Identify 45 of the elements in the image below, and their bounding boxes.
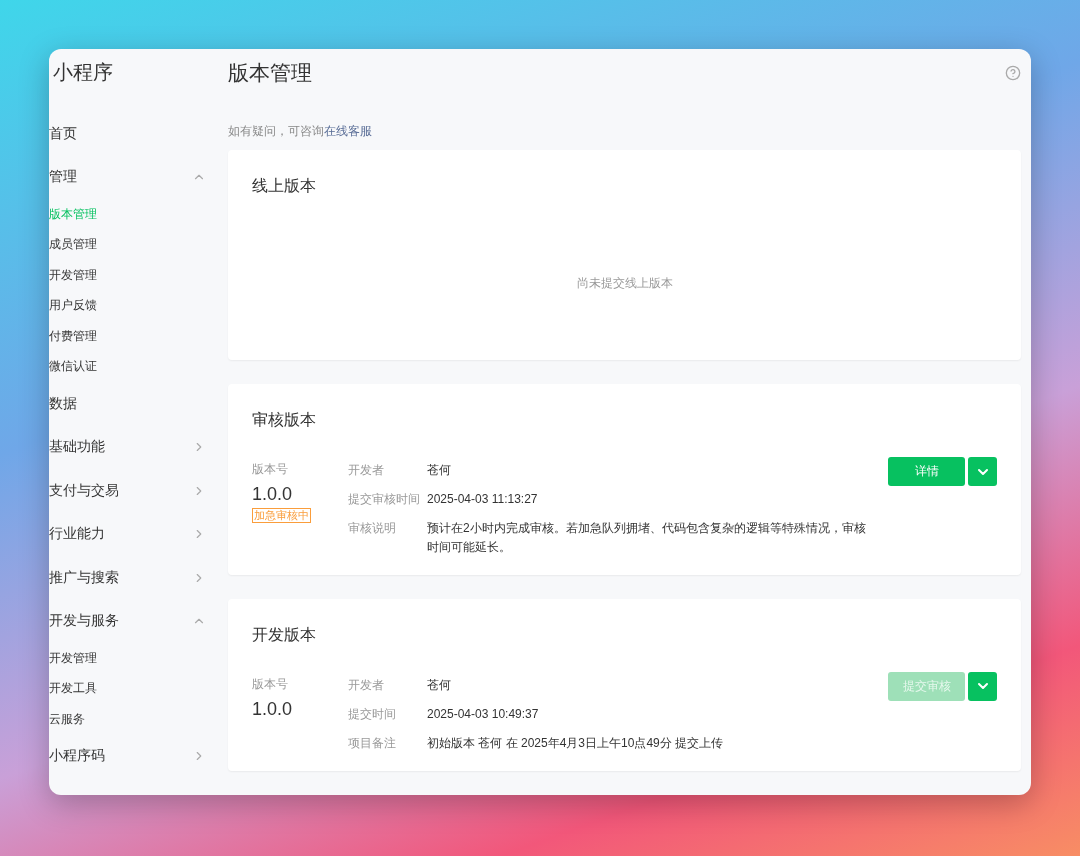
- app-title: 小程序: [52, 60, 114, 85]
- page-title: 版本管理: [228, 59, 312, 86]
- status-tag: 加急审核中: [252, 508, 311, 524]
- card-title: 线上版本: [252, 175, 317, 196]
- field-value: 苍何: [427, 462, 452, 480]
- sidebar-item[interactable]: 支付与交易: [49, 481, 119, 500]
- more-button[interactable]: [968, 457, 997, 487]
- field-value: 预计在2小时内完成审核。若加急队列拥堵、代码包含复杂的逻辑等特殊情况，审核时间可能延长。: [427, 520, 867, 557]
- field-label: 提交审核时间: [348, 491, 421, 509]
- version-number: 1.0.0: [252, 484, 293, 506]
- sidebar-subitem[interactable]: 用户反馈: [49, 297, 97, 315]
- sidebar-subitem[interactable]: 开发管理: [49, 266, 97, 284]
- field-label: 项目备注: [348, 734, 397, 752]
- empty-message: 尚未提交线上版本: [575, 274, 674, 292]
- card-title: 开发版本: [252, 624, 317, 645]
- field-label: 开发者: [348, 676, 385, 694]
- help-hint: 如有疑问，可咨询在线客服: [228, 122, 373, 140]
- more-button[interactable]: [968, 671, 997, 701]
- sidebar-item[interactable]: 管理: [49, 168, 77, 187]
- sidebar-item[interactable]: 基础功能: [49, 438, 105, 457]
- sidebar-item[interactable]: 推广与搜索: [49, 568, 119, 587]
- help-icon[interactable]: [1005, 64, 1021, 81]
- card-title: 审核版本: [252, 410, 317, 431]
- sidebar-subitem[interactable]: 微信认证: [49, 358, 97, 376]
- field-label: 提交时间: [348, 705, 397, 723]
- support-link[interactable]: 在线客服: [324, 123, 372, 138]
- sidebar-subitem[interactable]: 付费管理: [49, 327, 97, 345]
- version-label: 版本号: [252, 461, 288, 479]
- sidebar-subitem[interactable]: 开发工具: [49, 680, 97, 698]
- version-label: 版本号: [252, 675, 288, 693]
- field-value: 2025-04-03 11:13:27: [427, 491, 539, 509]
- field-value: 苍何: [427, 676, 452, 694]
- field-value: 初始版本 苍何 在 2025年4月3日上午10点49分 提交上传: [427, 734, 725, 752]
- sidebar-subitem[interactable]: 成员管理: [49, 236, 97, 254]
- sidebar-item[interactable]: 数据: [49, 394, 77, 413]
- sidebar-subitem[interactable]: 云服务: [49, 710, 85, 728]
- field-value: 2025-04-03 10:49:37: [427, 705, 540, 723]
- sidebar-subitem[interactable]: 开发管理: [49, 649, 97, 667]
- sidebar-item[interactable]: 小程序码: [49, 747, 105, 766]
- sidebar-item[interactable]: 开发与服务: [49, 612, 119, 631]
- field-label: 审核说明: [348, 520, 397, 538]
- sidebar-item[interactable]: 行业能力: [49, 525, 105, 544]
- field-label: 开发者: [348, 462, 385, 480]
- sidebar-item[interactable]: 首页: [49, 124, 77, 143]
- version-number: 1.0.0: [252, 698, 293, 720]
